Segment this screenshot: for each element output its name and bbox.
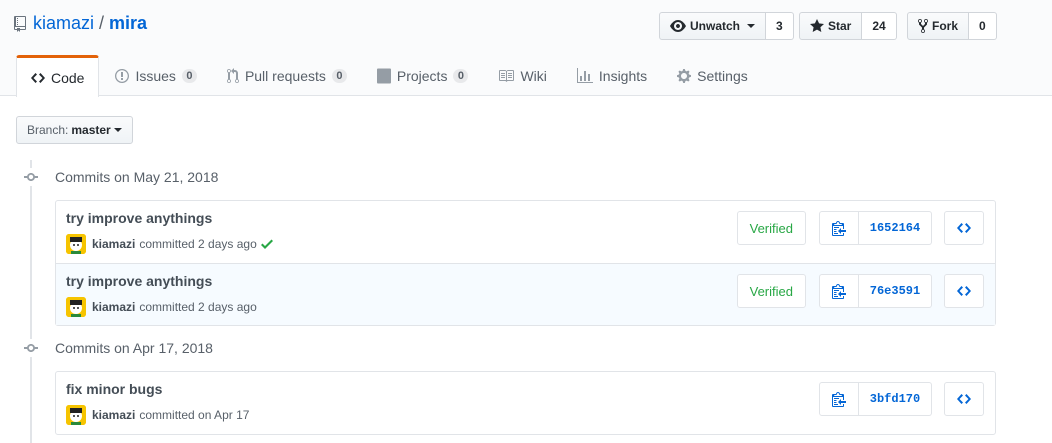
tab-issues-label: Issues xyxy=(135,67,176,84)
browse-files-button[interactable] xyxy=(944,211,984,245)
watchers-count[interactable]: 3 xyxy=(766,12,794,40)
sha-button-group: 76e3591 xyxy=(819,274,932,308)
project-icon xyxy=(376,68,391,83)
check-icon[interactable] xyxy=(260,236,273,252)
code-icon xyxy=(957,223,971,233)
commit-time: committed 2 days ago xyxy=(139,300,257,314)
fork-label: Fork xyxy=(932,19,959,33)
commit-author[interactable]: kiamazi xyxy=(92,300,135,314)
tab-wiki-label: Wiki xyxy=(520,67,547,84)
code-icon xyxy=(31,72,45,83)
issues-counter: 0 xyxy=(181,68,197,83)
commit-item: fix minor bugs kiamazi committed on Apr … xyxy=(56,372,995,434)
pull-requests-counter: 0 xyxy=(331,68,347,83)
git-commit-icon xyxy=(20,339,42,357)
commit-group-title: Commits on Apr 17, 2018 xyxy=(20,339,213,357)
clippy-icon xyxy=(832,221,846,236)
commit-author[interactable]: kiamazi xyxy=(92,408,135,422)
commit-list: fix minor bugs kiamazi committed on Apr … xyxy=(55,371,996,435)
fork-icon xyxy=(918,18,928,34)
code-icon xyxy=(957,286,971,296)
commit-time: committed 2 days ago xyxy=(139,237,257,251)
commit-item: try improve anythings kiamazi committed … xyxy=(56,201,995,263)
browse-files-button[interactable] xyxy=(944,274,984,308)
star-button[interactable]: Star xyxy=(799,12,863,40)
git-pull-request-icon xyxy=(226,67,239,83)
repo-owner-link[interactable]: kiamazi xyxy=(33,13,94,34)
repo-title: kiamazi / mira xyxy=(14,13,147,34)
eye-icon xyxy=(670,20,686,32)
tab-code[interactable]: Code xyxy=(16,55,100,97)
sha-button-group: 3bfd170 xyxy=(819,382,932,416)
browse-files-button[interactable] xyxy=(944,382,984,416)
watch-action: Unwatch 3 xyxy=(659,12,794,40)
tab-wiki[interactable]: Wiki xyxy=(484,55,560,96)
gear-icon xyxy=(677,68,692,83)
branch-label: Branch: xyxy=(27,123,69,137)
tab-pull-requests-label: Pull requests xyxy=(244,67,326,84)
commit-group-date: Commits on Apr 17, 2018 xyxy=(55,340,213,356)
commit-author[interactable]: kiamazi xyxy=(92,237,135,251)
avatar[interactable] xyxy=(66,297,86,317)
verified-badge[interactable]: Verified xyxy=(736,274,806,308)
commit-sha-link[interactable]: 1652164 xyxy=(859,211,932,245)
commit-item: try improve anythings kiamazi committed … xyxy=(56,263,995,325)
repo-name-link[interactable]: mira xyxy=(109,13,147,34)
repo-header: kiamazi / mira Unwatch 3 Star 24 Fork 0 … xyxy=(0,0,1052,97)
repo-icon xyxy=(14,15,26,32)
avatar[interactable] xyxy=(66,405,86,425)
chevron-down-icon xyxy=(747,24,756,28)
tab-code-label: Code xyxy=(51,69,85,86)
branch-select-button[interactable]: Branch: master xyxy=(16,116,133,144)
tab-settings[interactable]: Settings xyxy=(663,55,762,96)
star-label: Star xyxy=(828,19,852,33)
repo-separator: / xyxy=(99,13,105,33)
projects-counter: 0 xyxy=(453,68,469,83)
commit-meta: kiamazi committed 2 days ago xyxy=(66,297,257,317)
chevron-down-icon xyxy=(113,128,122,132)
commit-message-link[interactable]: try improve anythings xyxy=(66,210,212,226)
tab-projects[interactable]: Projects 0 xyxy=(363,55,483,96)
sha-button-group: 1652164 xyxy=(819,211,932,245)
code-icon xyxy=(957,394,971,404)
star-action: Star 24 xyxy=(799,12,897,40)
commit-list: try improve anythings kiamazi committed … xyxy=(55,200,996,326)
clippy-icon xyxy=(832,284,846,299)
issue-opened-icon xyxy=(115,68,130,83)
copy-sha-button[interactable] xyxy=(819,274,859,308)
book-icon xyxy=(499,69,515,82)
branch-value: master xyxy=(71,123,111,137)
copy-sha-button[interactable] xyxy=(819,382,859,416)
unwatch-label: Unwatch xyxy=(690,19,741,33)
stargazers-count[interactable]: 24 xyxy=(862,12,897,40)
copy-sha-button[interactable] xyxy=(819,211,859,245)
commit-sha-link[interactable]: 3bfd170 xyxy=(859,382,932,416)
tab-projects-label: Projects xyxy=(396,67,448,84)
star-icon xyxy=(810,19,824,32)
tab-insights-label: Insights xyxy=(598,67,648,84)
commit-meta: kiamazi committed on Apr 17 xyxy=(66,405,249,425)
verified-badge[interactable]: Verified xyxy=(736,211,806,245)
commit-message-link[interactable]: fix minor bugs xyxy=(66,381,162,397)
commit-message-link[interactable]: try improve anythings xyxy=(66,273,212,289)
commit-group-title: Commits on May 21, 2018 xyxy=(20,168,219,186)
avatar[interactable] xyxy=(66,234,86,254)
commit-sha-link[interactable]: 76e3591 xyxy=(859,274,932,308)
clippy-icon xyxy=(832,392,846,407)
tab-pull-requests[interactable]: Pull requests 0 xyxy=(213,55,361,96)
tab-insights[interactable]: Insights xyxy=(563,55,661,96)
forks-count[interactable]: 0 xyxy=(969,12,997,40)
fork-button[interactable]: Fork xyxy=(907,12,970,40)
tab-settings-label: Settings xyxy=(697,67,748,84)
unwatch-button[interactable]: Unwatch xyxy=(659,12,767,40)
tab-issues[interactable]: Issues 0 xyxy=(101,55,210,96)
fork-action: Fork 0 xyxy=(907,12,997,40)
graph-icon xyxy=(576,67,593,83)
git-commit-icon xyxy=(20,168,42,186)
repo-nav-tabs: Code Issues 0 Pull requests 0 Projects 0… xyxy=(16,55,764,97)
commit-group-date: Commits on May 21, 2018 xyxy=(55,169,219,185)
commit-meta: kiamazi committed 2 days ago xyxy=(66,234,273,254)
commit-time: committed on Apr 17 xyxy=(139,408,250,422)
commits-timeline xyxy=(30,160,32,443)
